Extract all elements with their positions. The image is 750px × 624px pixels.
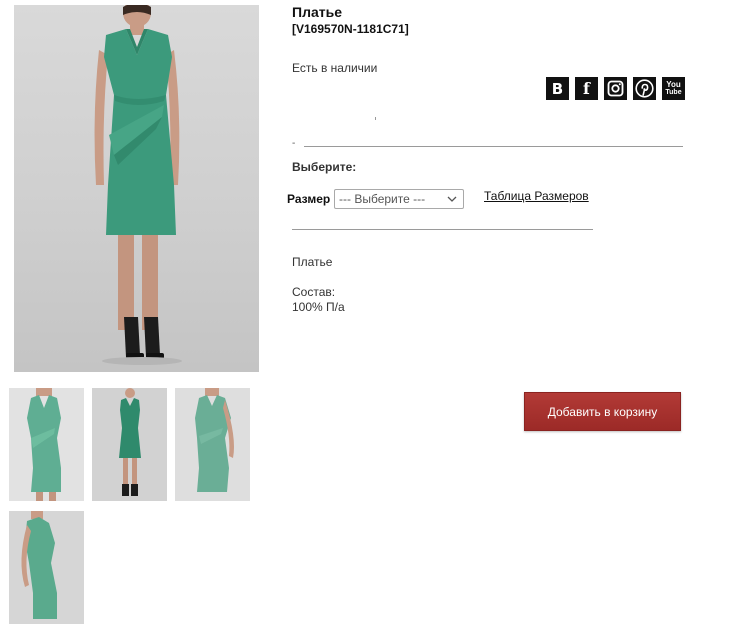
composition-label: Состав:: [292, 285, 336, 299]
youtube-icon[interactable]: You Tube: [662, 77, 685, 100]
product-description: Платье: [292, 255, 333, 269]
vk-icon[interactable]: B: [546, 77, 569, 100]
options-heading: Выберите:: [292, 160, 357, 174]
youtube-you-text: You: [666, 79, 681, 89]
size-select[interactable]: --- Выберите ---: [334, 189, 464, 209]
divider-mark: [375, 117, 376, 120]
thumbnail-image[interactable]: [92, 388, 167, 501]
product-title: Платье: [292, 4, 342, 20]
instagram-icon[interactable]: [604, 77, 627, 100]
chevron-down-icon: [447, 196, 457, 202]
add-to-cart-button[interactable]: Добавить в корзину: [524, 392, 681, 431]
youtube-tube-text: Tube: [665, 88, 682, 96]
main-product-image[interactable]: [14, 5, 259, 372]
thumbnail-image[interactable]: [175, 388, 250, 501]
composition-value: 100% П/а: [292, 300, 345, 314]
pinterest-icon[interactable]: [633, 77, 656, 100]
divider-line: [304, 146, 683, 147]
dash-text: -: [292, 138, 296, 149]
size-table-link[interactable]: Таблица Размеров: [484, 189, 589, 203]
product-sku: [V169570N-1181C71]: [292, 22, 409, 36]
thumbnail-image[interactable]: [9, 388, 84, 501]
facebook-icon[interactable]: f: [575, 77, 598, 100]
stock-status: Есть в наличии: [292, 61, 378, 75]
size-select-value: --- Выберите ---: [339, 192, 426, 206]
social-share-bar: B f You Tube: [546, 77, 685, 100]
divider-line: [292, 229, 593, 230]
thumbnail-image[interactable]: [9, 511, 84, 624]
size-label: Размер: [287, 192, 331, 206]
